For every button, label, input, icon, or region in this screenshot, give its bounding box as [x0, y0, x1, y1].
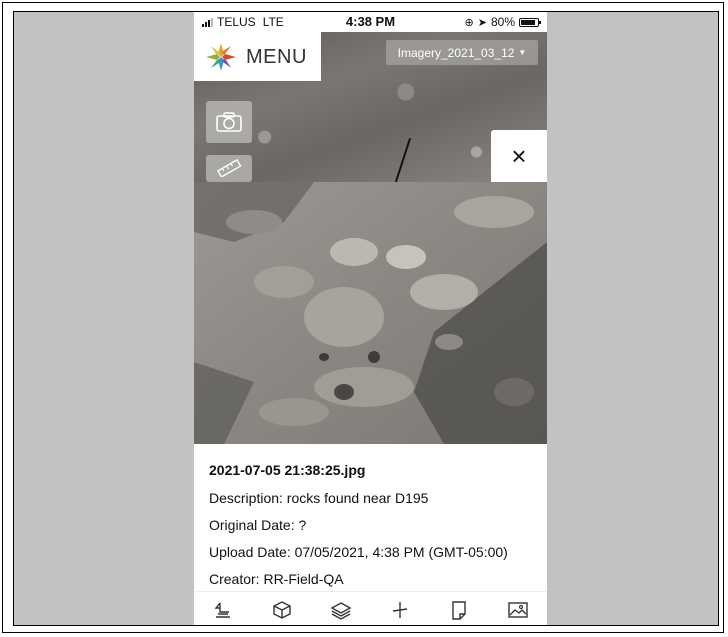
photo-info-panel: 2021-07-05 21:38:25.jpg Description: roc…: [194, 444, 547, 594]
measure-button[interactable]: [206, 155, 252, 182]
close-button[interactable]: ×: [491, 130, 547, 182]
imagery-dropdown[interactable]: Imagery_2021_03_12 ▼: [386, 40, 538, 65]
status-bar: TELUS LTE 4:38 PM ⊕ ➤ 80%: [194, 12, 547, 32]
screenshot-frame: TELUS LTE 4:38 PM ⊕ ➤ 80% MENU Imagery_2…: [13, 11, 719, 626]
note-button[interactable]: [444, 595, 474, 625]
camera-button[interactable]: [206, 101, 252, 143]
layers-button[interactable]: [326, 595, 356, 625]
battery-percent: 80%: [490, 15, 515, 29]
note-icon: [452, 601, 466, 620]
photo-image: [194, 182, 547, 444]
menu-label: MENU: [246, 46, 307, 68]
layers-icon: [330, 602, 352, 620]
ruler-icon: [217, 159, 242, 177]
photo-creator: Creator: RR-Field-QA: [209, 571, 344, 587]
model-button[interactable]: [267, 595, 297, 625]
photo-filename: 2021-07-05 21:38:25.jpg: [209, 462, 366, 478]
close-icon: ×: [511, 140, 527, 171]
location-icon: ➤: [477, 16, 487, 29]
menu-button[interactable]: MENU: [194, 32, 321, 81]
map-line: [394, 137, 412, 183]
battery-icon: [519, 17, 541, 27]
photo-upload-date: Upload Date: 07/05/2021, 4:38 PM (GMT-05…: [209, 544, 508, 560]
cube-icon: [273, 601, 291, 619]
image-button[interactable]: [503, 595, 533, 625]
imagery-select-value: Imagery_2021_03_12: [397, 45, 515, 60]
app-logo-icon: [206, 43, 236, 71]
outer-frame: TELUS LTE 4:38 PM ⊕ ➤ 80% MENU Imagery_2…: [2, 2, 724, 633]
camera-icon: [216, 112, 242, 132]
photo-original-date: Original Date: ?: [209, 517, 307, 533]
pin-icon: [392, 602, 407, 618]
phone-screen: TELUS LTE 4:38 PM ⊕ ➤ 80% MENU Imagery_2…: [194, 12, 547, 625]
field-photo: [194, 182, 547, 444]
survey-button[interactable]: [208, 595, 238, 625]
bottom-toolbar: [194, 591, 547, 625]
image-icon: [507, 602, 528, 618]
survey-icon: [214, 602, 231, 618]
rotation-lock-icon: ⊕: [464, 16, 474, 29]
chevron-down-icon: ▼: [518, 48, 527, 57]
photo-description: Description: rocks found near D195: [209, 490, 429, 506]
pin-button[interactable]: [385, 595, 415, 625]
status-right: ⊕ ➤ 80%: [464, 15, 541, 29]
